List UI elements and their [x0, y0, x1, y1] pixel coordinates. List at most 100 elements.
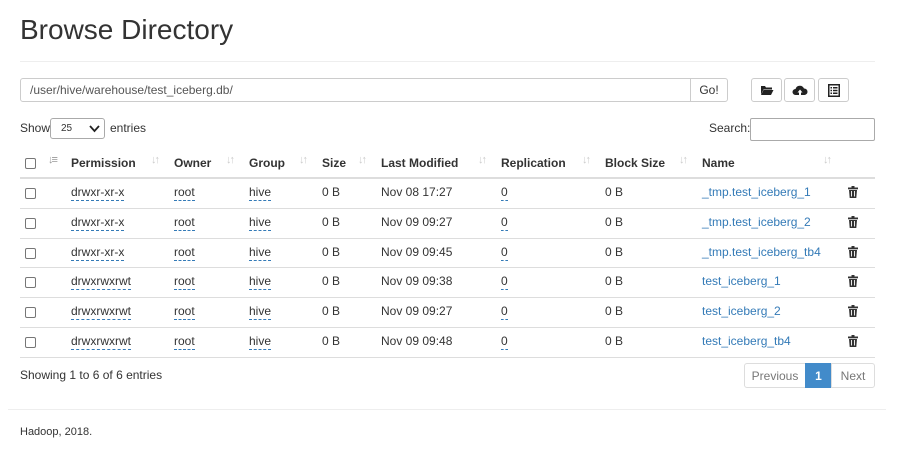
go-button[interactable]: Go!: [690, 78, 728, 102]
block-size-cell: 0 B: [605, 334, 624, 348]
replication-cell[interactable]: 0: [501, 334, 508, 350]
row-divider: [20, 267, 875, 268]
directory-path-input[interactable]: [20, 78, 691, 102]
row-checkbox[interactable]: [25, 248, 36, 259]
replication-cell[interactable]: 0: [501, 245, 508, 261]
trash-icon[interactable]: [848, 305, 858, 317]
search-label: Search:: [709, 121, 751, 135]
column-header-replication[interactable]: Replication: [501, 156, 566, 170]
cut-paste-button[interactable]: [818, 78, 849, 102]
page-size-value: 25: [61, 123, 73, 134]
permission-cell[interactable]: drwxrwxrwt: [71, 334, 131, 350]
block-size-cell: 0 B: [605, 215, 624, 229]
footer-text: Hadoop, 2018.: [20, 426, 93, 438]
trash-icon[interactable]: [848, 275, 858, 287]
sort-icon[interactable]: ↓↑: [299, 154, 308, 166]
cloud-upload-icon: [792, 85, 808, 96]
owner-cell[interactable]: root: [174, 245, 195, 261]
sort-icon[interactable]: ↓↑: [823, 154, 832, 166]
column-header-size[interactable]: Size: [322, 156, 346, 170]
row-checkbox[interactable]: [25, 337, 36, 348]
pagination-previous[interactable]: Previous: [744, 363, 806, 388]
replication-cell[interactable]: 0: [501, 215, 508, 231]
sort-asc-icon[interactable]: ↓≡: [48, 154, 58, 166]
last-modified-cell: Nov 09 09:27: [381, 304, 453, 318]
trash-icon[interactable]: [848, 335, 858, 347]
column-header-owner[interactable]: Owner: [174, 156, 211, 170]
owner-cell[interactable]: root: [174, 304, 195, 320]
group-cell[interactable]: hive: [249, 274, 272, 290]
permission-cell[interactable]: drwxr-xr-x: [71, 215, 125, 231]
size-cell: 0 B: [322, 185, 341, 199]
permission-cell[interactable]: drwxr-xr-x: [71, 245, 125, 261]
group-cell[interactable]: hive: [249, 304, 272, 320]
row-checkbox[interactable]: [25, 218, 36, 229]
permission-cell[interactable]: drwxr-xr-x: [71, 185, 125, 201]
replication-cell[interactable]: 0: [501, 274, 508, 290]
row-divider: [20, 297, 875, 298]
owner-cell[interactable]: root: [174, 185, 195, 201]
column-header-group[interactable]: Group: [249, 156, 285, 170]
sort-icon[interactable]: ↓↑: [478, 154, 487, 166]
group-cell[interactable]: hive: [249, 185, 272, 201]
size-cell: 0 B: [322, 215, 341, 229]
block-size-cell: 0 B: [605, 185, 624, 199]
sort-icon[interactable]: ↓↑: [151, 154, 160, 166]
file-name-link[interactable]: _tmp.test_iceberg_2: [702, 215, 811, 229]
file-name-link[interactable]: test_iceberg_1: [702, 274, 781, 288]
chevron-down-icon: [89, 125, 100, 133]
upload-files-button[interactable]: [784, 78, 815, 102]
page-title: Browse Directory: [20, 14, 234, 45]
row-divider: [20, 327, 875, 328]
owner-cell[interactable]: root: [174, 274, 195, 290]
size-cell: 0 B: [322, 304, 341, 318]
row-checkbox[interactable]: [25, 188, 36, 199]
pagination-page-1[interactable]: 1: [805, 363, 832, 388]
sort-icon[interactable]: ↓↑: [226, 154, 235, 166]
search-input[interactable]: [750, 118, 875, 141]
owner-cell[interactable]: root: [174, 215, 195, 231]
file-name-link[interactable]: _tmp.test_iceberg_tb4: [702, 245, 821, 259]
entries-label: entries: [110, 121, 147, 135]
permission-cell[interactable]: drwxrwxrwt: [71, 274, 131, 290]
select-all-checkbox[interactable]: [25, 158, 36, 169]
column-header-block-size[interactable]: Block Size: [605, 156, 665, 170]
permission-cell[interactable]: drwxrwxrwt: [71, 304, 131, 320]
file-name-link[interactable]: test_iceberg_2: [702, 304, 781, 318]
group-cell[interactable]: hive: [249, 245, 272, 261]
owner-cell[interactable]: root: [174, 334, 195, 350]
row-checkbox[interactable]: [25, 307, 36, 318]
trash-icon[interactable]: [848, 246, 858, 258]
block-size-cell: 0 B: [605, 274, 624, 288]
file-name-link[interactable]: test_iceberg_tb4: [702, 334, 791, 348]
pagination-next[interactable]: Next: [831, 363, 875, 388]
column-header-last-modified[interactable]: Last Modified: [381, 156, 458, 170]
group-cell[interactable]: hive: [249, 334, 272, 350]
column-header-permission[interactable]: Permission: [71, 156, 136, 170]
folder-open-icon: [760, 86, 773, 95]
sort-icon[interactable]: ↓↑: [582, 154, 591, 166]
trash-icon[interactable]: [848, 186, 858, 198]
sort-icon[interactable]: ↓↑: [358, 154, 367, 166]
create-directory-button[interactable]: [751, 78, 782, 102]
table-info: Showing 1 to 6 of 6 entries: [20, 368, 163, 382]
column-header-name[interactable]: Name: [702, 156, 735, 170]
row-divider: [20, 357, 875, 358]
last-modified-cell: Nov 09 09:38: [381, 274, 453, 288]
footer-divider: [8, 409, 886, 410]
row-checkbox[interactable]: [25, 277, 36, 288]
size-cell: 0 B: [322, 274, 341, 288]
file-name-link[interactable]: _tmp.test_iceberg_1: [702, 185, 811, 199]
replication-cell[interactable]: 0: [501, 185, 508, 201]
table-header-divider: [20, 177, 875, 179]
block-size-cell: 0 B: [605, 304, 624, 318]
replication-cell[interactable]: 0: [501, 304, 508, 320]
show-label: Show: [20, 121, 51, 135]
trash-icon[interactable]: [848, 216, 858, 228]
last-modified-cell: Nov 09 09:27: [381, 215, 453, 229]
page-size-select[interactable]: 25: [50, 118, 105, 139]
group-cell[interactable]: hive: [249, 215, 272, 231]
sort-icon[interactable]: ↓↑: [679, 154, 688, 166]
last-modified-cell: Nov 08 17:27: [381, 185, 453, 199]
row-divider: [20, 238, 875, 239]
